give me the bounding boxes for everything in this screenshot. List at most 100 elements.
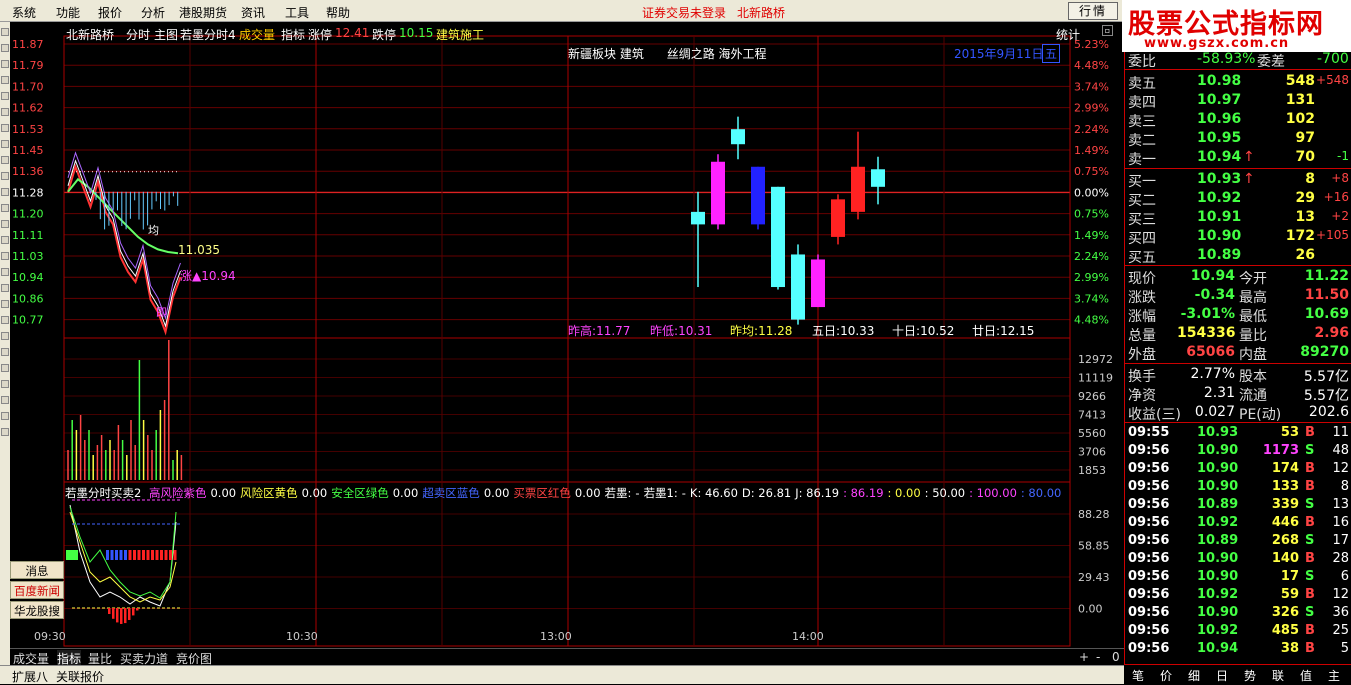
trade-row[interactable]: 09:56 10.92 485 B 25	[1125, 622, 1351, 640]
stock-name: 北新路桥	[66, 28, 115, 42]
trade-row[interactable]: 09:56 10.92 59 B 12	[1125, 586, 1351, 604]
status-related-quote[interactable]: 关联报价	[56, 668, 104, 685]
buy-level-row[interactable]: 买一 10.93 ↑ 8 +8	[1125, 170, 1351, 190]
trade-row[interactable]: 09:55 10.93 53 B 11	[1125, 424, 1351, 442]
indicator-name[interactable]: 若墨分时买卖2	[65, 486, 141, 500]
tool-icon[interactable]	[1, 268, 9, 276]
zoom-in-button[interactable]: +	[1079, 650, 1089, 664]
sell-level-row[interactable]: 卖一 10.94 ↑ 70 -1	[1125, 148, 1351, 168]
sell-level-row[interactable]: 卖四 10.97 131	[1125, 91, 1351, 111]
buy-bar	[132, 608, 135, 616]
trade-row[interactable]: 09:56 10.90 17 S 6	[1125, 568, 1351, 586]
news-button[interactable]: 消息	[10, 561, 64, 579]
stat-label: 内盘	[1239, 347, 1267, 363]
buy-bar	[128, 608, 131, 620]
tool-icon[interactable]	[1, 284, 9, 292]
trade-row[interactable]: 09:56 10.89 268 S 17	[1125, 532, 1351, 550]
brand-banner: 股票公式指标网 www.gszx.com.cn	[1122, 0, 1351, 52]
zoom-out-button[interactable]: -	[1096, 650, 1100, 664]
stat-value: 0.027	[1194, 404, 1235, 420]
tool-icon[interactable]	[1, 44, 9, 52]
tool-icon[interactable]	[1, 76, 9, 84]
mode-label[interactable]: 分时	[126, 26, 150, 43]
trade-price: 10.90	[1197, 443, 1239, 458]
indicator-tail-value: : 0.00	[887, 486, 921, 500]
tab-linked[interactable]: 联	[1266, 667, 1290, 684]
tab-trades[interactable]: 笔	[1126, 667, 1150, 684]
baidu-news-button[interactable]: 百度新闻	[10, 581, 64, 599]
tool-icon[interactable]	[1, 348, 9, 356]
tab-price[interactable]: 价	[1154, 667, 1178, 684]
tool-icon[interactable]	[1, 332, 9, 340]
menu-quote[interactable]: 报价	[98, 4, 122, 21]
menu-analysis[interactable]: 分析	[141, 4, 165, 21]
order-ratio-value: -58.93%	[1197, 51, 1256, 67]
tool-icon[interactable]	[1, 188, 9, 196]
tool-icon[interactable]	[1, 412, 9, 420]
stat-row: 现价 10.94 今开 11.22	[1125, 267, 1351, 287]
tool-icon[interactable]	[1, 204, 9, 212]
trade-row[interactable]: 09:56 10.90 140 B 28	[1125, 550, 1351, 568]
menu-news[interactable]: 资讯	[241, 4, 265, 21]
tool-icon[interactable]	[1, 124, 9, 132]
trade-row[interactable]: 09:56 10.90 1173 S 48	[1125, 442, 1351, 460]
tool-icon[interactable]	[1, 364, 9, 372]
safe-block	[66, 550, 78, 560]
buy-level-row[interactable]: 买五 10.89 26	[1125, 246, 1351, 266]
tool-icon[interactable]	[1, 172, 9, 180]
maximize-icon[interactable]: ▫	[1102, 25, 1113, 36]
status-expand[interactable]: 扩展八	[12, 668, 48, 685]
menu-function[interactable]: 功能	[56, 4, 80, 21]
tool-icon[interactable]	[1, 252, 9, 260]
trade-row[interactable]: 09:56 10.90 326 S 36	[1125, 604, 1351, 622]
volume-tick: 12972	[1078, 353, 1113, 366]
tool-icon[interactable]	[1, 428, 9, 436]
menu-system[interactable]: 系统	[12, 4, 36, 21]
tool-icon[interactable]	[1, 108, 9, 116]
sell-level-row[interactable]: 卖三 10.96 102	[1125, 110, 1351, 130]
level-price: 10.90	[1197, 228, 1242, 244]
order-diff-value: -700	[1317, 51, 1349, 67]
tab-detail[interactable]: 细	[1182, 667, 1206, 684]
tab-daily[interactable]: 日	[1210, 667, 1234, 684]
trade-row[interactable]: 09:56 10.90 133 B 8	[1125, 478, 1351, 496]
sell-level-row[interactable]: 卖五 10.98 548 +548	[1125, 72, 1351, 92]
trade-row[interactable]: 09:56 10.90 174 B 12	[1125, 460, 1351, 478]
stat-label: 最高	[1239, 290, 1267, 306]
tool-icon[interactable]	[1, 156, 9, 164]
tool-icon[interactable]	[1, 396, 9, 404]
prev-high: 昨高:11.77	[568, 324, 631, 338]
trade-row[interactable]: 09:56 10.89 339 S 13	[1125, 496, 1351, 514]
menu-help[interactable]: 帮助	[326, 4, 350, 21]
tab-trend[interactable]: 势	[1238, 667, 1262, 684]
tab-value[interactable]: 值	[1294, 667, 1318, 684]
level-label: 买二	[1128, 193, 1156, 209]
tool-icon[interactable]	[1, 380, 9, 388]
indicator-tail-value: D: 26.81	[741, 486, 792, 500]
tab-main[interactable]: 主	[1322, 667, 1346, 684]
trade-row[interactable]: 09:56 10.92 446 B 16	[1125, 514, 1351, 532]
trade-count: 5	[1340, 641, 1349, 656]
tool-icon[interactable]	[1, 300, 9, 308]
buy-level-row[interactable]: 买四 10.90 172 +105	[1125, 227, 1351, 247]
trade-row[interactable]: 09:56 10.94 38 B 5	[1125, 640, 1351, 658]
sell-level-row[interactable]: 卖二 10.95 97	[1125, 129, 1351, 149]
quote-button[interactable]: 行情	[1068, 2, 1118, 20]
tool-icon[interactable]	[1, 92, 9, 100]
zoom-reset-button[interactable]: 0	[1112, 650, 1120, 664]
tool-icon[interactable]	[1, 60, 9, 68]
tool-icon[interactable]	[1, 28, 9, 36]
menu-hk-futures[interactable]: 港股期货	[179, 4, 227, 21]
stat-value: 2.77%	[1190, 366, 1235, 382]
stats-button[interactable]: 统计	[1056, 26, 1080, 43]
tool-icon[interactable]	[1, 140, 9, 148]
tool-icon[interactable]	[1, 236, 9, 244]
buy-level-row[interactable]: 买三 10.91 13 +2	[1125, 208, 1351, 228]
tool-icon[interactable]	[1, 220, 9, 228]
indicator-item-label: 买票区红色	[513, 486, 571, 500]
buy-level-row[interactable]: 买二 10.92 29 +16	[1125, 189, 1351, 209]
hualong-search-button[interactable]: 华龙股搜	[10, 601, 64, 619]
menu-tools[interactable]: 工具	[285, 4, 309, 21]
main-indicator-name[interactable]: 若墨分时4	[180, 26, 236, 43]
tool-icon[interactable]	[1, 316, 9, 324]
